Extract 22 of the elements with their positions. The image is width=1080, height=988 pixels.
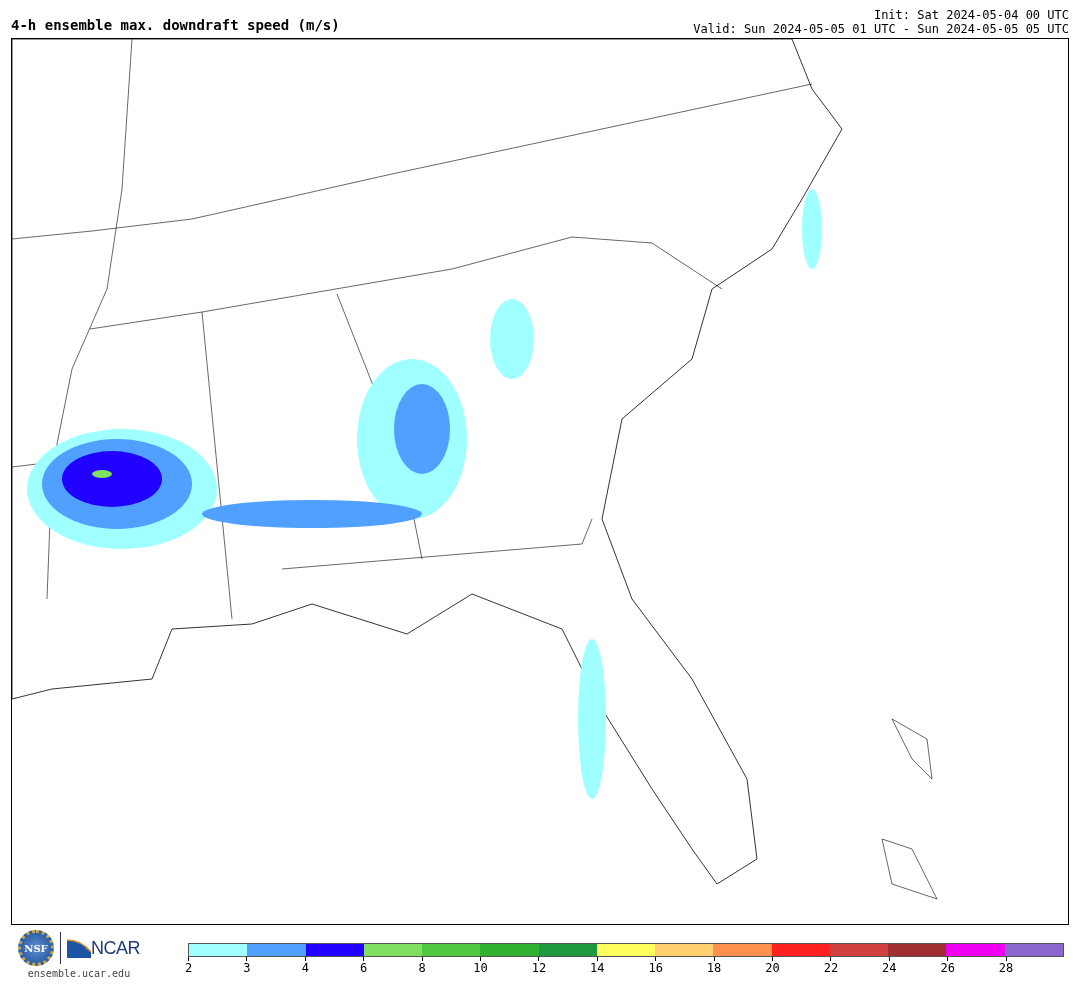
plot-title: 4-h ensemble max. downdraft speed (m/s) bbox=[11, 16, 340, 34]
tick-label: 22 bbox=[823, 961, 839, 975]
tick-label: 8 bbox=[418, 961, 426, 975]
nsf-logo: NSF bbox=[18, 930, 54, 966]
tick-label: 3 bbox=[243, 961, 251, 975]
ncar-logo: NCAR bbox=[91, 938, 140, 958]
init-time: Init: Sat 2024-05-04 00 UTC bbox=[873, 8, 1069, 22]
ncar-swoosh-icon bbox=[67, 938, 91, 958]
tick-label: 10 bbox=[473, 961, 488, 975]
tick-label: 20 bbox=[765, 961, 780, 975]
tick-label: 18 bbox=[706, 961, 722, 975]
tick-label: 24 bbox=[882, 961, 897, 975]
site-url: ensemble.ucar.edu bbox=[27, 968, 131, 979]
valid-time: Valid: Sun 2024-05-05 01 UTC - Sun 2024-05-05 05 UTC bbox=[693, 22, 1069, 36]
tick-label: 4 bbox=[301, 961, 309, 975]
tick-label: 6 bbox=[360, 961, 368, 975]
tick-label: 28 bbox=[998, 961, 1014, 975]
tick-label: 16 bbox=[648, 961, 663, 975]
tick-label: 14 bbox=[590, 961, 605, 975]
tick-label: 12 bbox=[531, 961, 547, 975]
tick-label: 2 bbox=[184, 961, 193, 975]
tick-label: 26 bbox=[940, 961, 955, 975]
